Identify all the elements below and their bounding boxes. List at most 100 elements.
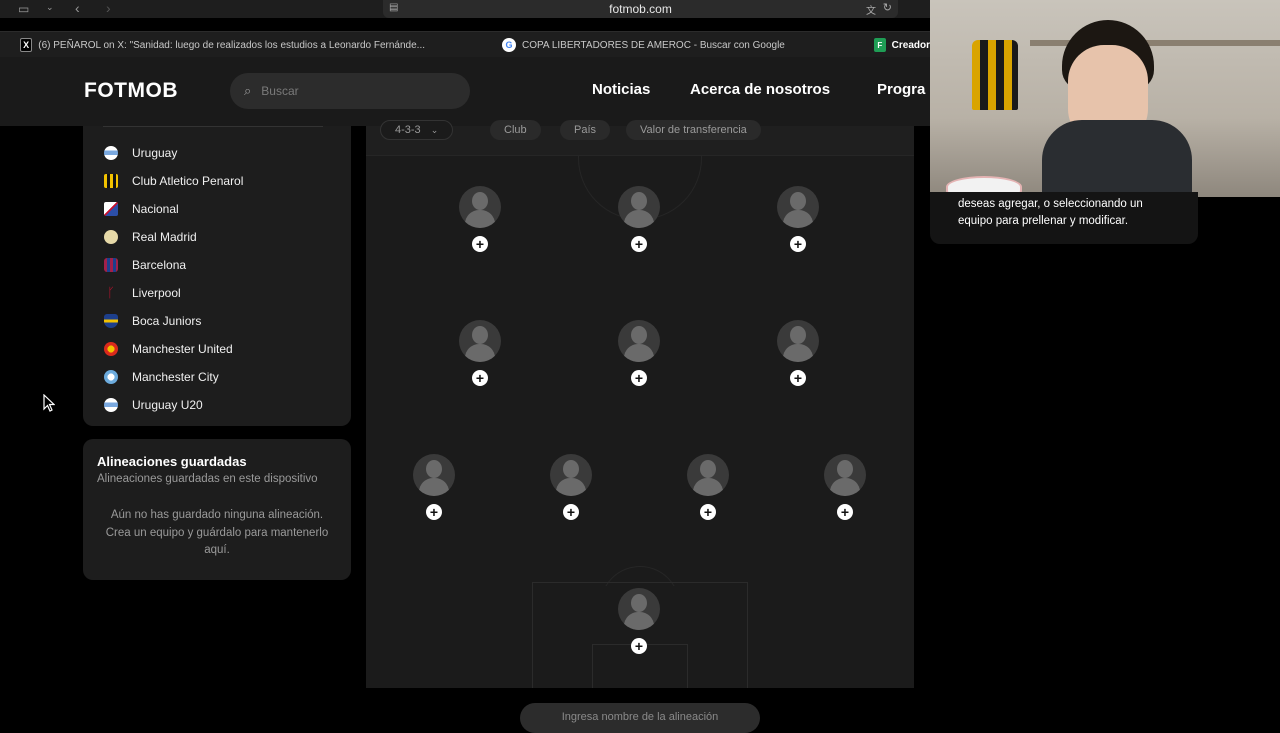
team-item-boca-juniors[interactable]: Boca Juniors: [104, 311, 201, 331]
team-list-card: Uruguay Club Atletico Penarol Nacional R…: [83, 126, 351, 426]
nacional-crest-icon: [104, 202, 118, 216]
pitch-toolbar: 4-3-3 ⌄ Club País Valor de transferencia: [366, 120, 914, 156]
add-player-icon[interactable]: +: [631, 236, 647, 252]
player-slot-gk[interactable]: +: [618, 588, 660, 654]
team-label: Boca Juniors: [132, 314, 202, 328]
avatar-placeholder-icon: [459, 186, 501, 228]
mouse-cursor-icon: [43, 394, 55, 412]
fotmob-logo[interactable]: FOTMOB: [84, 79, 178, 103]
forward-icon[interactable]: ›: [106, 0, 111, 16]
avatar-placeholder-icon: [618, 186, 660, 228]
player-slot-mf-right[interactable]: +: [777, 320, 819, 386]
player-slot-fw-center[interactable]: +: [618, 186, 660, 252]
add-player-icon[interactable]: +: [790, 236, 806, 252]
tab-bar: X (6) PEÑAROL on X: "Sanidad: luego de r…: [0, 31, 930, 57]
man-city-crest-icon: [104, 370, 118, 384]
back-icon[interactable]: ‹: [75, 0, 80, 16]
team-label: Real Madrid: [132, 230, 197, 244]
lineup-pitch: 4-3-3 ⌄ Club País Valor de transferencia …: [366, 120, 914, 688]
filter-transfer-value[interactable]: Valor de transferencia: [626, 120, 761, 140]
add-player-icon[interactable]: +: [426, 504, 442, 520]
page-icon: ▤: [389, 2, 399, 13]
site-header: FOTMOB ⌕ Buscar Noticias Acerca de nosot…: [0, 57, 930, 126]
filter-club[interactable]: Club: [490, 120, 541, 140]
tab-creador[interactable]: F Creador: [874, 32, 930, 58]
penarol-crest-icon: [104, 174, 118, 188]
lineup-name-input[interactable]: Ingresa nombre de la alineación: [520, 703, 760, 733]
team-label: Uruguay U20: [132, 398, 203, 412]
player-slot-df-1[interactable]: +: [413, 454, 455, 520]
team-item-uruguay-u20[interactable]: Uruguay U20: [104, 395, 203, 415]
player-slot-mf-center[interactable]: +: [618, 320, 660, 386]
divider: [103, 126, 323, 127]
team-label: Barcelona: [132, 258, 187, 272]
player-slot-df-3[interactable]: +: [687, 454, 729, 520]
webcam-overlay: [930, 0, 1280, 197]
team-item-uruguay[interactable]: Uruguay: [104, 143, 177, 163]
player-slot-df-4[interactable]: +: [824, 454, 866, 520]
chevron-down-icon: ⌄: [430, 124, 439, 135]
saved-title: Alineaciones guardadas: [97, 454, 247, 469]
add-player-icon[interactable]: +: [631, 638, 647, 654]
url-text: fotmob.com: [609, 2, 672, 16]
team-item-manchester-united[interactable]: Manchester United: [104, 339, 233, 359]
nav-link-programa[interactable]: Progra: [877, 81, 925, 98]
add-player-icon[interactable]: +: [472, 370, 488, 386]
tab-x-post[interactable]: X (6) PEÑAROL on X: "Sanidad: luego de r…: [20, 32, 425, 58]
man-united-crest-icon: [104, 342, 118, 356]
avatar-placeholder-icon: [550, 454, 592, 496]
tab-google-search[interactable]: G COPA LIBERTADORES DE AMEROC - Buscar c…: [502, 32, 802, 58]
nav-link-acerca[interactable]: Acerca de nosotros: [690, 81, 830, 98]
uruguay-flag-icon: [104, 146, 118, 160]
uruguay-flag-icon: [104, 398, 118, 412]
search-placeholder: Buscar: [261, 84, 299, 98]
real-madrid-crest-icon: [104, 230, 118, 244]
team-item-barcelona[interactable]: Barcelona: [104, 255, 186, 275]
player-slot-df-2[interactable]: +: [550, 454, 592, 520]
avatar-placeholder-icon: [777, 186, 819, 228]
search-input[interactable]: ⌕ Buscar: [230, 73, 470, 109]
barcelona-crest-icon: [104, 258, 118, 272]
team-item-nacional[interactable]: Nacional: [104, 199, 179, 219]
team-item-penarol[interactable]: Club Atletico Penarol: [104, 171, 243, 191]
translate-icon[interactable]: 文: [866, 2, 876, 17]
chevron-down-icon[interactable]: ⌄: [46, 2, 54, 13]
nav-link-noticias[interactable]: Noticias: [592, 81, 650, 98]
player-slot-fw-left[interactable]: +: [459, 186, 501, 252]
avatar-placeholder-icon: [824, 454, 866, 496]
team-item-liverpool[interactable]: ᚴ Liverpool: [104, 283, 181, 303]
filter-pais[interactable]: País: [560, 120, 611, 140]
team-item-real-madrid[interactable]: Real Madrid: [104, 227, 197, 247]
sidebar-toggle-icon[interactable]: ▭: [18, 2, 29, 16]
avatar-placeholder-icon: [459, 320, 501, 362]
boca-crest-icon: [104, 314, 118, 328]
tab-label: Creador: [891, 39, 930, 51]
formation-value: 4-3-3: [395, 124, 421, 136]
team-label: Nacional: [132, 202, 179, 216]
add-player-icon[interactable]: +: [790, 370, 806, 386]
add-player-icon[interactable]: +: [700, 504, 716, 520]
avatar-placeholder-icon: [618, 320, 660, 362]
x-icon: X: [20, 38, 33, 52]
reload-icon[interactable]: ↻: [883, 1, 892, 14]
player-slot-fw-right[interactable]: +: [777, 186, 819, 252]
avatar-placeholder-icon: [687, 454, 729, 496]
add-player-icon[interactable]: +: [472, 236, 488, 252]
fotmob-icon: F: [874, 38, 886, 52]
formation-select[interactable]: 4-3-3 ⌄: [380, 120, 454, 140]
subtitle-caption: deseas agregar, o seleccionando un equip…: [930, 192, 1198, 244]
team-label: Manchester United: [132, 342, 233, 356]
saved-subtitle: Alineaciones guardadas en este dispositi…: [97, 473, 318, 485]
team-item-manchester-city[interactable]: Manchester City: [104, 367, 219, 387]
address-bar[interactable]: ▤ fotmob.com 文 ↻: [383, 0, 898, 18]
jersey: [972, 40, 1018, 110]
liverpool-crest-icon: ᚴ: [107, 285, 115, 300]
add-player-icon[interactable]: +: [563, 504, 579, 520]
avatar-placeholder-icon: [413, 454, 455, 496]
team-label: Liverpool: [132, 286, 181, 300]
add-player-icon[interactable]: +: [631, 370, 647, 386]
player-slot-mf-left[interactable]: +: [459, 320, 501, 386]
team-label: Manchester City: [132, 370, 219, 384]
add-player-icon[interactable]: +: [837, 504, 853, 520]
saved-lineups-card: Alineaciones guardadas Alineaciones guar…: [83, 439, 351, 580]
